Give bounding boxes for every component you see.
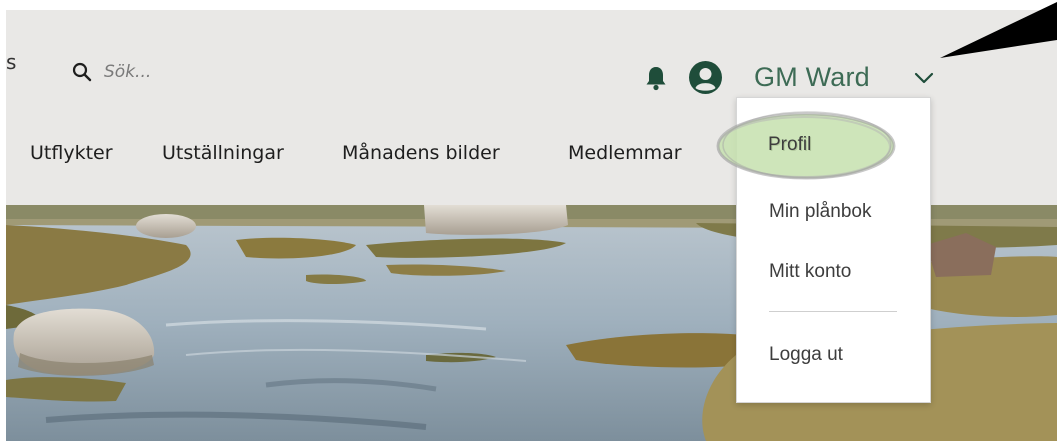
menu-item-logga-ut[interactable]: Logga ut (769, 344, 843, 366)
user-name[interactable]: GM Ward (754, 62, 870, 93)
user-avatar-icon[interactable] (689, 61, 722, 94)
cut-off-logo-text: s (6, 50, 17, 74)
menu-item-mitt-konto[interactable]: Mitt konto (769, 261, 851, 283)
bell-icon[interactable] (645, 65, 667, 96)
nav-item-medlemmar[interactable]: Medlemmar (568, 142, 682, 164)
nav-item-utflykter[interactable]: Utflykter (30, 142, 113, 164)
nav-item-manadens-bilder[interactable]: Månadens bilder (342, 142, 500, 164)
search-bar[interactable] (72, 62, 264, 82)
menu-item-profil-label-overlay[interactable]: Profil (768, 134, 811, 156)
chevron-down-icon[interactable] (914, 71, 934, 89)
pointer-arrow-icon (940, 2, 1057, 58)
menu-divider (769, 311, 897, 312)
menu-item-min-planbok[interactable]: Min plånbok (769, 201, 871, 223)
page: s GM Ward (0, 0, 1057, 441)
search-icon[interactable] (72, 62, 92, 82)
search-input[interactable] (104, 62, 264, 82)
nav-item-utstallningar[interactable]: Utställningar (162, 142, 284, 164)
